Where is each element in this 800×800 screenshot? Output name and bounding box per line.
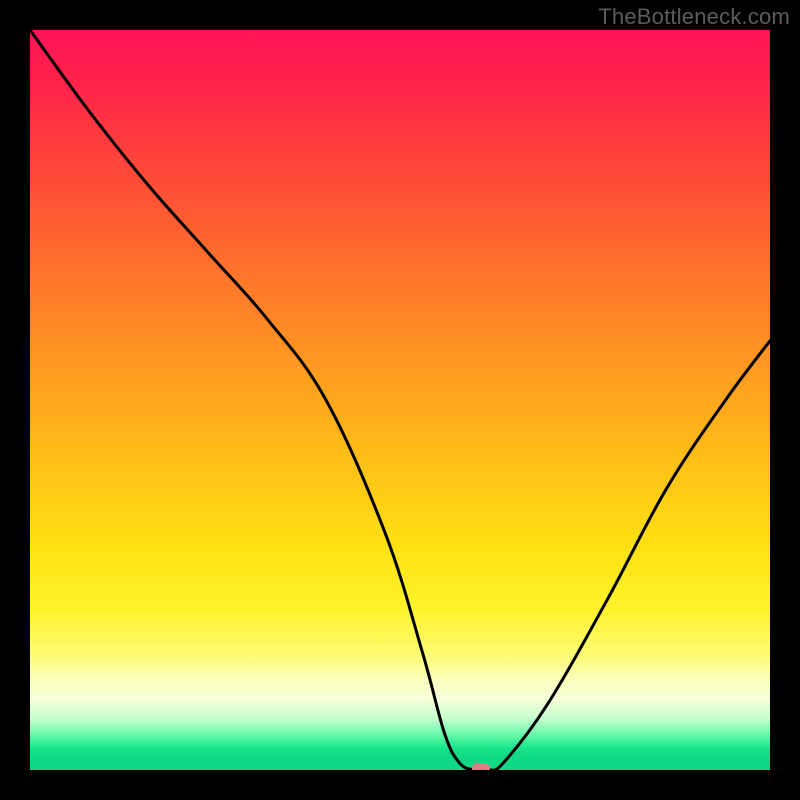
chart-frame: TheBottleneck.com	[0, 0, 800, 800]
plot-area	[30, 30, 770, 770]
bottleneck-curve	[30, 30, 770, 770]
optimal-point-marker	[472, 763, 490, 770]
watermark-text: TheBottleneck.com	[598, 4, 790, 30]
